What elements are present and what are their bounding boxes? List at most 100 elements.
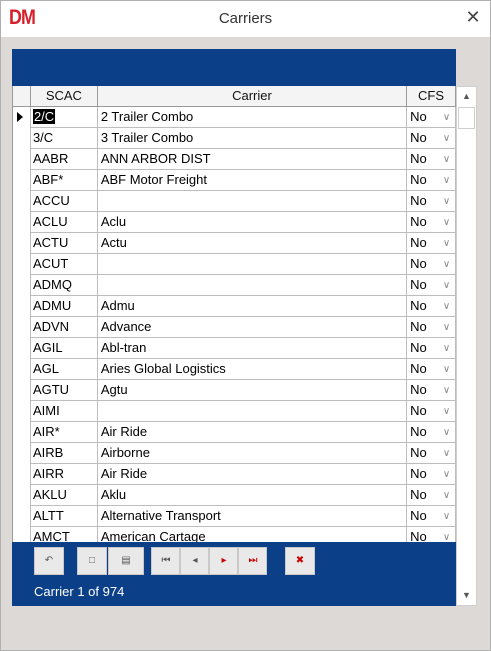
column-header-carrier[interactable]: Carrier bbox=[98, 86, 408, 106]
chevron-down-icon[interactable]: ∨ bbox=[438, 275, 455, 296]
scac-cell[interactable]: AMCT bbox=[31, 527, 98, 542]
table-row[interactable]: AGL Aries Global Logistics No ∨ bbox=[13, 359, 456, 380]
row-selector[interactable] bbox=[13, 422, 31, 443]
scac-cell[interactable]: AIRB bbox=[31, 443, 98, 464]
table-row[interactable]: ABF* ABF Motor Freight No ∨ bbox=[13, 170, 456, 191]
undo-button[interactable]: ↶ bbox=[34, 547, 64, 575]
scroll-down-icon[interactable]: ▼ bbox=[457, 586, 476, 605]
chevron-down-icon[interactable]: ∨ bbox=[438, 149, 455, 170]
cfs-dropdown[interactable]: No ∨ bbox=[407, 296, 456, 317]
scac-cell[interactable]: ADMQ bbox=[31, 275, 98, 296]
chevron-down-icon[interactable]: ∨ bbox=[438, 296, 455, 317]
scroll-thumb[interactable] bbox=[458, 107, 475, 129]
carrier-cell[interactable]: Airborne bbox=[98, 443, 408, 464]
carrier-cell[interactable]: Admu bbox=[98, 296, 408, 317]
column-header-scac[interactable]: SCAC bbox=[31, 86, 98, 106]
scac-cell[interactable]: AGTU bbox=[31, 380, 98, 401]
chevron-down-icon[interactable]: ∨ bbox=[438, 443, 455, 464]
table-row[interactable]: AMCT American Cartage No ∨ bbox=[13, 527, 456, 542]
cfs-dropdown[interactable]: No ∨ bbox=[407, 464, 456, 485]
cfs-dropdown[interactable]: No ∨ bbox=[407, 485, 456, 506]
table-row[interactable]: ADMQ No ∨ bbox=[13, 275, 456, 296]
chevron-down-icon[interactable]: ∨ bbox=[438, 233, 455, 254]
cfs-dropdown[interactable]: No ∨ bbox=[407, 401, 456, 422]
row-selector[interactable] bbox=[13, 233, 31, 254]
chevron-down-icon[interactable]: ∨ bbox=[438, 401, 455, 422]
carrier-cell[interactable] bbox=[98, 275, 408, 296]
chevron-down-icon[interactable]: ∨ bbox=[438, 506, 455, 527]
scac-cell[interactable]: ACUT bbox=[31, 254, 98, 275]
table-row[interactable]: AKLU Aklu No ∨ bbox=[13, 485, 456, 506]
scac-cell[interactable]: AKLU bbox=[31, 485, 98, 506]
carrier-cell[interactable] bbox=[98, 191, 408, 212]
table-row[interactable]: AIRR Air Ride No ∨ bbox=[13, 464, 456, 485]
carrier-cell[interactable]: Abl-tran bbox=[98, 338, 408, 359]
table-row[interactable]: ACCU No ∨ bbox=[13, 191, 456, 212]
table-row[interactable]: 2/C 2 Trailer Combo No ∨ bbox=[13, 107, 456, 128]
cfs-dropdown[interactable]: No ∨ bbox=[407, 422, 456, 443]
cfs-dropdown[interactable]: No ∨ bbox=[407, 191, 456, 212]
chevron-down-icon[interactable]: ∨ bbox=[438, 212, 455, 233]
carrier-cell[interactable]: Advance bbox=[98, 317, 408, 338]
cfs-dropdown[interactable]: No ∨ bbox=[407, 107, 456, 128]
table-row[interactable]: 3/C 3 Trailer Combo No ∨ bbox=[13, 128, 456, 149]
vertical-scrollbar[interactable]: ▲ ▼ bbox=[456, 86, 477, 606]
table-row[interactable]: ACLU Aclu No ∨ bbox=[13, 212, 456, 233]
carrier-cell[interactable]: Aries Global Logistics bbox=[98, 359, 408, 380]
carrier-cell[interactable]: ABF Motor Freight bbox=[98, 170, 408, 191]
carrier-cell[interactable]: Actu bbox=[98, 233, 408, 254]
row-selector[interactable] bbox=[13, 317, 31, 338]
delete-record-button[interactable]: ✖ bbox=[285, 547, 315, 575]
row-selector[interactable] bbox=[13, 443, 31, 464]
table-row[interactable]: AGIL Abl-tran No ∨ bbox=[13, 338, 456, 359]
next-record-button[interactable]: ▸ bbox=[209, 547, 238, 575]
cfs-dropdown[interactable]: No ∨ bbox=[407, 317, 456, 338]
scac-cell[interactable]: 2/C bbox=[31, 107, 98, 128]
carrier-cell[interactable]: 3 Trailer Combo bbox=[98, 128, 408, 149]
scac-cell[interactable]: ADVN bbox=[31, 317, 98, 338]
scac-cell[interactable]: AIR* bbox=[31, 422, 98, 443]
scac-cell[interactable]: ACLU bbox=[31, 212, 98, 233]
chevron-down-icon[interactable]: ∨ bbox=[438, 191, 455, 212]
carrier-cell[interactable]: Agtu bbox=[98, 380, 408, 401]
carrier-cell[interactable]: Air Ride bbox=[98, 422, 408, 443]
chevron-down-icon[interactable]: ∨ bbox=[438, 170, 455, 191]
row-selector[interactable] bbox=[13, 380, 31, 401]
last-record-button[interactable]: ⏭ bbox=[238, 547, 267, 575]
scac-cell[interactable]: AGIL bbox=[31, 338, 98, 359]
cfs-dropdown[interactable]: No ∨ bbox=[407, 233, 456, 254]
cfs-dropdown[interactable]: No ∨ bbox=[407, 212, 456, 233]
cfs-dropdown[interactable]: No ∨ bbox=[407, 443, 456, 464]
chevron-down-icon[interactable]: ∨ bbox=[438, 527, 455, 542]
row-selector[interactable] bbox=[13, 191, 31, 212]
cfs-dropdown[interactable]: No ∨ bbox=[407, 254, 456, 275]
carrier-cell[interactable]: American Cartage bbox=[98, 527, 408, 542]
carrier-cell[interactable]: Aklu bbox=[98, 485, 408, 506]
row-selector[interactable] bbox=[13, 506, 31, 527]
chevron-down-icon[interactable]: ∨ bbox=[438, 128, 455, 149]
cfs-dropdown[interactable]: No ∨ bbox=[407, 149, 456, 170]
carrier-cell[interactable]: Aclu bbox=[98, 212, 408, 233]
row-selector[interactable] bbox=[13, 359, 31, 380]
cfs-dropdown[interactable]: No ∨ bbox=[407, 128, 456, 149]
table-row[interactable]: ALTT Alternative Transport No ∨ bbox=[13, 506, 456, 527]
scac-cell[interactable]: ACCU bbox=[31, 191, 98, 212]
carrier-cell[interactable]: 2 Trailer Combo bbox=[98, 107, 408, 128]
first-record-button[interactable]: ⏮ bbox=[151, 547, 180, 575]
chevron-down-icon[interactable]: ∨ bbox=[438, 464, 455, 485]
save-record-button[interactable]: ▤ bbox=[108, 547, 144, 575]
carrier-cell[interactable]: ANN ARBOR DIST bbox=[98, 149, 408, 170]
scac-cell[interactable]: AGL bbox=[31, 359, 98, 380]
scac-cell[interactable]: 3/C bbox=[31, 128, 98, 149]
row-selector[interactable] bbox=[13, 401, 31, 422]
chevron-down-icon[interactable]: ∨ bbox=[438, 254, 455, 275]
cfs-dropdown[interactable]: No ∨ bbox=[407, 338, 456, 359]
row-selector[interactable] bbox=[13, 485, 31, 506]
table-row[interactable]: ADVN Advance No ∨ bbox=[13, 317, 456, 338]
previous-record-button[interactable]: ◂ bbox=[180, 547, 209, 575]
cfs-dropdown[interactable]: No ∨ bbox=[407, 380, 456, 401]
row-selector[interactable] bbox=[13, 338, 31, 359]
carrier-cell[interactable]: Air Ride bbox=[98, 464, 408, 485]
new-record-button[interactable]: □ bbox=[77, 547, 107, 575]
scac-cell[interactable]: AABR bbox=[31, 149, 98, 170]
